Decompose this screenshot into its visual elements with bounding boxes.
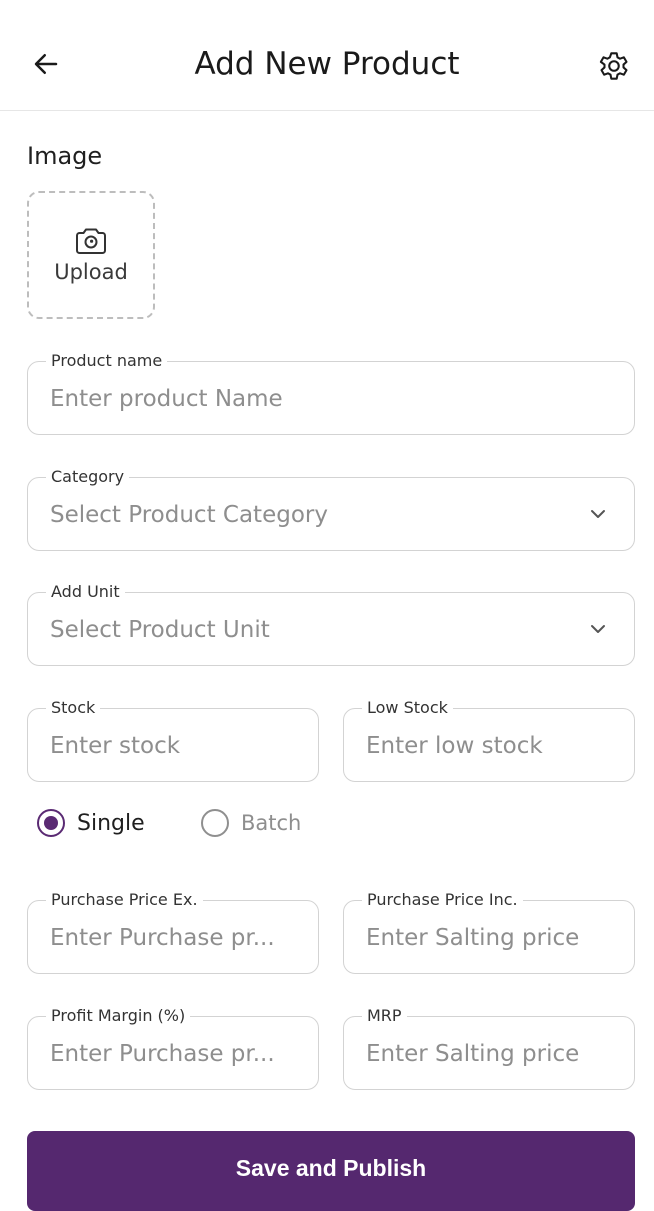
upload-label: Upload	[54, 260, 128, 284]
product-name-field[interactable]: Product name	[27, 351, 635, 436]
low-stock-field[interactable]: Low Stock	[343, 698, 635, 783]
radio-single-label: Single	[77, 810, 145, 836]
chevron-down-icon	[591, 625, 605, 633]
unit-select[interactable]: Add Unit Select Product Unit	[27, 582, 635, 666]
stock-input[interactable]	[50, 709, 302, 783]
save-and-publish-button[interactable]: Save and Publish	[27, 1131, 635, 1211]
low-stock-input[interactable]	[366, 709, 618, 783]
page-title: Add New Product	[194, 46, 460, 82]
product-name-input[interactable]	[50, 362, 618, 436]
purchase-price-ex-input[interactable]: Enter Purchase pr...	[50, 901, 302, 975]
radio-selected-icon	[37, 809, 65, 837]
category-placeholder: Select Product Category	[50, 502, 328, 528]
purchase-price-inc-field[interactable]: Purchase Price Inc. Enter Salting price	[343, 890, 635, 975]
purchase-price-inc-input[interactable]: Enter Salting price	[366, 901, 618, 975]
mrp-field[interactable]: MRP Enter Salting price	[343, 1006, 635, 1091]
unit-placeholder: Select Product Unit	[50, 617, 270, 643]
gear-icon	[599, 52, 628, 80]
app-bar: Add New Product	[0, 0, 654, 111]
mrp-input[interactable]: Enter Salting price	[366, 1017, 618, 1091]
save-button-label: Save and Publish	[235, 1155, 427, 1181]
chevron-down-icon	[591, 510, 605, 518]
radio-unselected-icon	[201, 809, 229, 837]
profit-margin-input[interactable]: Enter Purchase pr...	[50, 1017, 302, 1091]
radio-single[interactable]: Single	[37, 806, 145, 840]
radio-batch[interactable]: Batch	[201, 806, 301, 840]
image-upload-button[interactable]: Upload	[27, 191, 155, 319]
image-section-label: Image	[27, 142, 103, 170]
settings-button[interactable]	[594, 46, 634, 86]
camera-icon	[76, 228, 106, 254]
category-select[interactable]: Category Select Product Category	[27, 467, 635, 551]
stock-field[interactable]: Stock	[27, 698, 319, 783]
profit-margin-field[interactable]: Profit Margin (%) Enter Purchase pr...	[27, 1006, 319, 1091]
radio-batch-label: Batch	[241, 811, 302, 835]
purchase-price-ex-field[interactable]: Purchase Price Ex. Enter Purchase pr...	[27, 890, 319, 975]
